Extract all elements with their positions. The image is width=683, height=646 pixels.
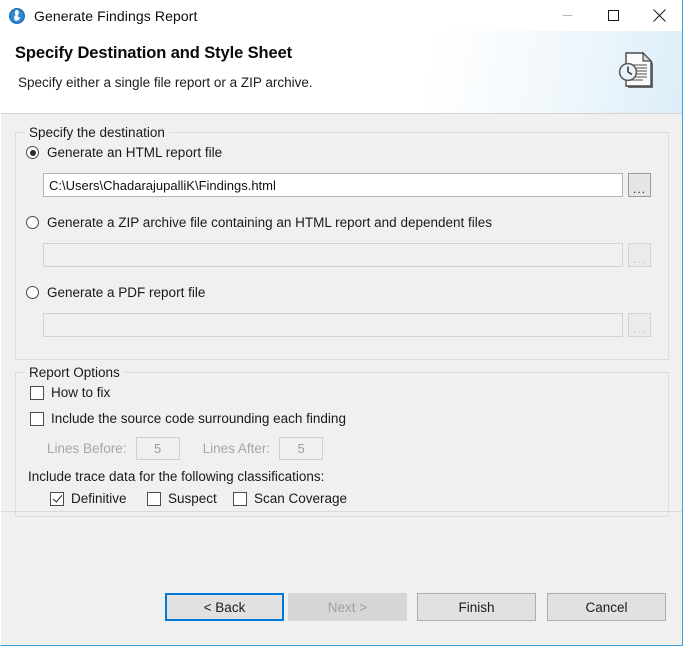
- radio-zip-label: Generate a ZIP archive file containing a…: [47, 215, 492, 230]
- scan-coverage-label: Scan Coverage: [254, 491, 347, 506]
- footer-separator: [1, 511, 682, 512]
- dialog-body: Specify the destination Generate an HTML…: [1, 114, 682, 579]
- next-button: Next >: [288, 593, 407, 621]
- maximize-icon[interactable]: [590, 0, 636, 31]
- radio-zip-indicator[interactable]: [26, 216, 39, 229]
- radio-html-indicator[interactable]: [26, 146, 39, 159]
- destination-group: Specify the destination Generate an HTML…: [15, 132, 669, 360]
- window-controls: [544, 0, 682, 31]
- radio-pdf-label: Generate a PDF report file: [47, 285, 205, 300]
- lines-before-input: 5: [136, 437, 180, 460]
- minimize-icon[interactable]: [544, 0, 590, 31]
- wizard-header: Specify Destination and Style Sheet Spec…: [1, 31, 682, 114]
- app-globe-icon: [8, 7, 26, 25]
- pdf-browse-button: ...: [628, 313, 651, 337]
- checkbox-scan-coverage[interactable]: Scan Coverage: [233, 491, 347, 506]
- definitive-label: Definitive: [71, 491, 127, 506]
- back-button[interactable]: < Back: [165, 593, 284, 621]
- checkbox-how-to-fix[interactable]: How to fix: [30, 385, 110, 400]
- lines-before-label: Lines Before:: [47, 441, 127, 456]
- zip-browse-button: ...: [628, 243, 651, 267]
- radio-option-zip[interactable]: Generate a ZIP archive file containing a…: [26, 215, 492, 230]
- trace-data-caption: Include trace data for the following cla…: [28, 469, 324, 484]
- radio-option-html[interactable]: Generate an HTML report file: [26, 145, 222, 160]
- page-subtitle: Specify either a single file report or a…: [18, 75, 313, 90]
- window-titlebar: Generate Findings Report: [1, 0, 682, 31]
- report-options-group: Report Options How to fix Include the so…: [15, 372, 669, 517]
- zip-path-input: [43, 243, 623, 267]
- pdf-path-row: ...: [43, 313, 657, 337]
- radio-pdf-indicator[interactable]: [26, 286, 39, 299]
- report-document-clock-icon: [614, 49, 658, 93]
- pdf-path-input: [43, 313, 623, 337]
- cancel-button[interactable]: Cancel: [547, 593, 666, 621]
- zip-path-row: ...: [43, 243, 657, 267]
- radio-html-label: Generate an HTML report file: [47, 145, 222, 160]
- lines-context-row: Lines Before: 5 Lines After: 5: [47, 437, 323, 460]
- lines-after-input: 5: [279, 437, 323, 460]
- how-to-fix-label: How to fix: [51, 385, 110, 400]
- html-browse-button[interactable]: ...: [628, 173, 651, 197]
- finish-button[interactable]: Finish: [417, 593, 536, 621]
- include-source-label: Include the source code surrounding each…: [51, 411, 346, 426]
- html-path-input[interactable]: C:\Users\ChadarajupalliK\Findings.html: [43, 173, 623, 197]
- how-to-fix-checkbox-box[interactable]: [30, 386, 44, 400]
- definitive-checkbox-box[interactable]: [50, 492, 64, 506]
- html-path-row: C:\Users\ChadarajupalliK\Findings.html .…: [43, 173, 657, 197]
- suspect-checkbox-box[interactable]: [147, 492, 161, 506]
- checkbox-suspect[interactable]: Suspect: [147, 491, 217, 506]
- page-title: Specify Destination and Style Sheet: [15, 44, 292, 63]
- include-source-checkbox-box[interactable]: [30, 412, 44, 426]
- checkbox-include-source[interactable]: Include the source code surrounding each…: [30, 411, 346, 426]
- scan-coverage-checkbox-box[interactable]: [233, 492, 247, 506]
- radio-option-pdf[interactable]: Generate a PDF report file: [26, 285, 205, 300]
- window-title: Generate Findings Report: [34, 8, 198, 24]
- suspect-label: Suspect: [168, 491, 217, 506]
- close-icon[interactable]: [636, 0, 682, 31]
- lines-after-label: Lines After:: [203, 441, 271, 456]
- report-options-group-label: Report Options: [25, 365, 124, 380]
- checkbox-definitive[interactable]: Definitive: [50, 491, 127, 506]
- dialog-footer: < Back Next > Finish Cancel: [1, 579, 682, 645]
- destination-group-label: Specify the destination: [25, 125, 169, 140]
- generate-findings-report-dialog: Generate Findings Report Specify Destina…: [0, 0, 683, 646]
